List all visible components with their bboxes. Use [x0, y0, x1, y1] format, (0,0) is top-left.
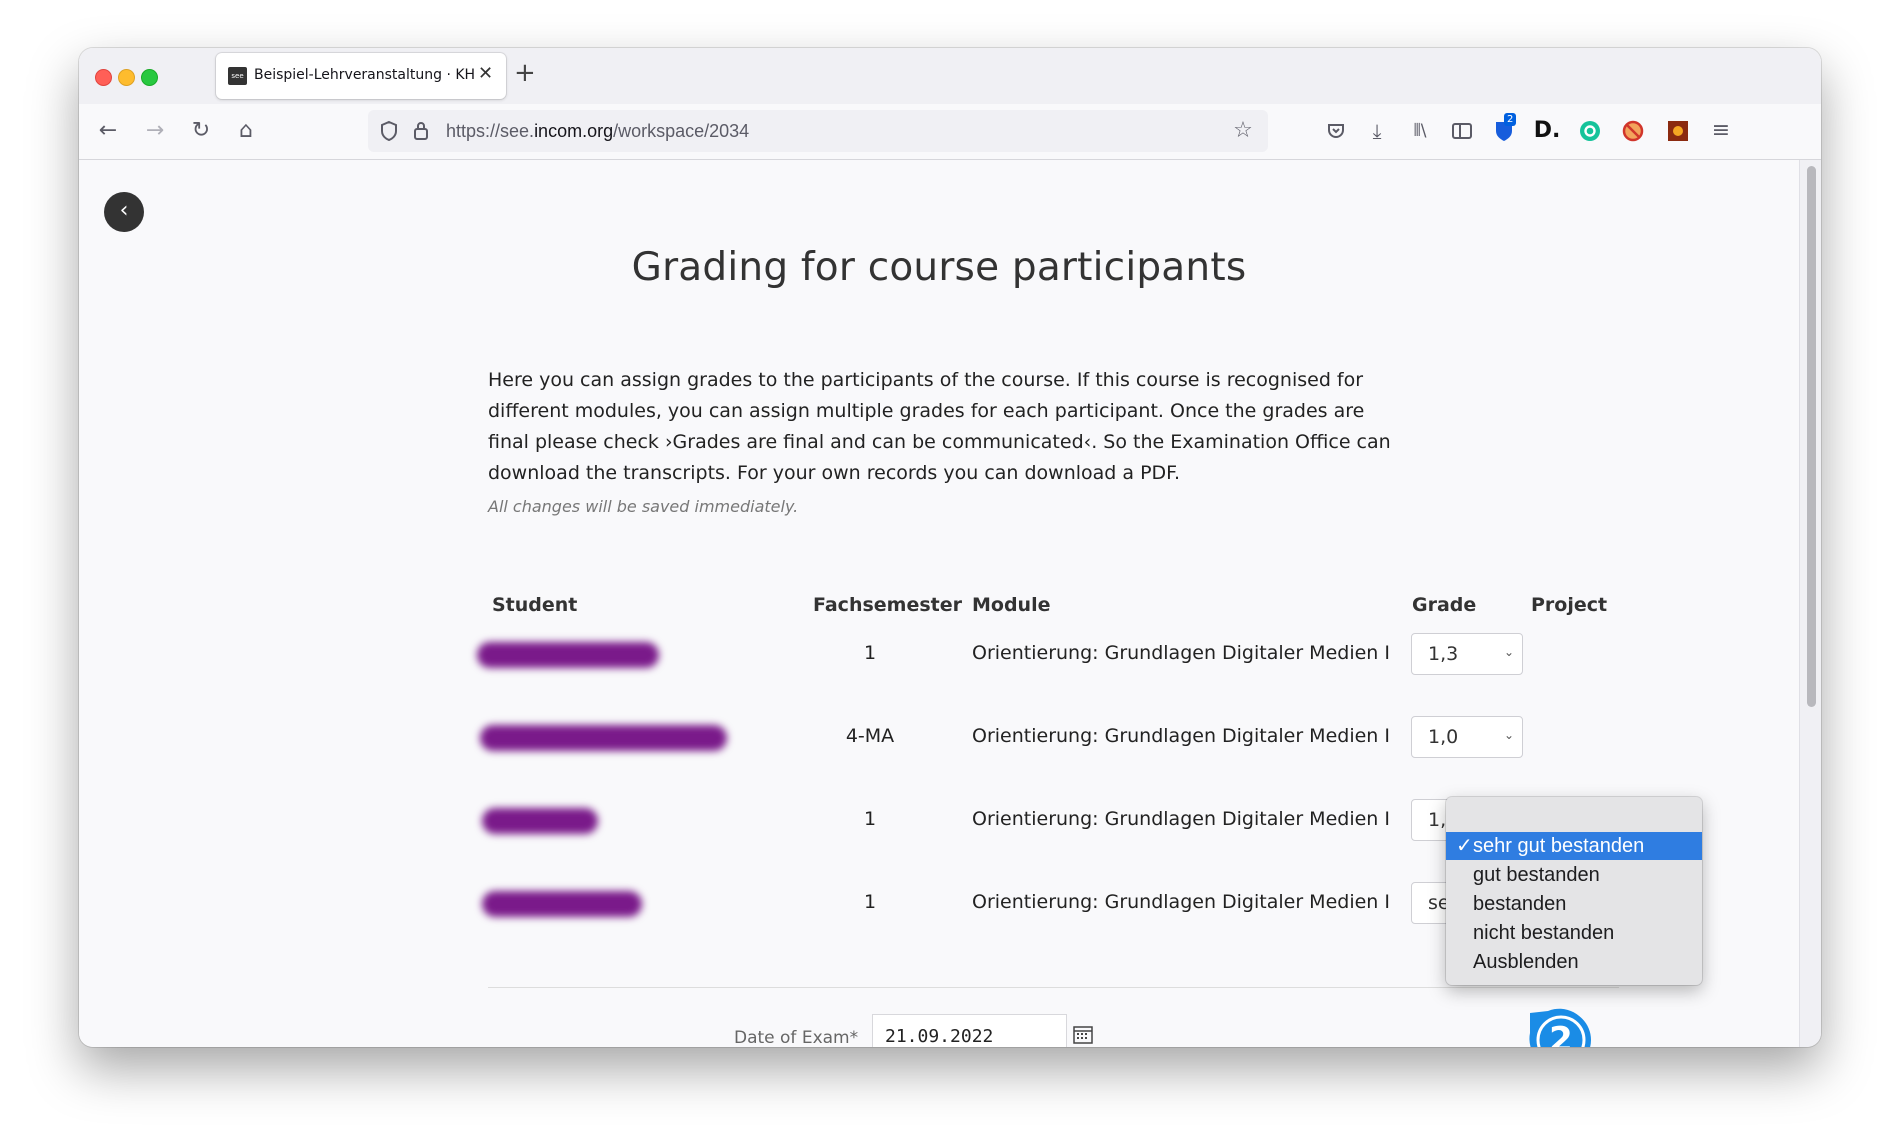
pocket-icon[interactable]: [1322, 117, 1350, 145]
site-favicon-icon: see: [228, 67, 247, 85]
dropdown-option[interactable]: gut bestanden: [1446, 861, 1702, 889]
page-scrollbar[interactable]: [1799, 160, 1821, 1047]
exam-date-input[interactable]: 21.09.2022: [872, 1014, 1067, 1047]
d-extension-icon[interactable]: D.: [1533, 117, 1561, 145]
close-window-button[interactable]: [95, 69, 112, 86]
checkmark-icon: ✓: [1456, 835, 1473, 857]
reload-icon[interactable]: ↻: [186, 116, 216, 146]
blocker-extension-icon[interactable]: [1619, 117, 1647, 145]
url-bar[interactable]: https://see.incom.org/workspace/2034 ☆: [368, 110, 1268, 152]
dropdown-option-label: Ausblenden: [1473, 951, 1579, 973]
navigation-bar: ← → ↻ ⌂ https://see.incom.org/workspace/…: [79, 104, 1821, 160]
hamburger-menu-icon[interactable]: ≡: [1707, 117, 1735, 145]
library-icon[interactable]: ⫴\: [1406, 117, 1434, 145]
semester-cell: 4-MA: [845, 725, 895, 747]
dropdown-option-label: bestanden: [1473, 893, 1567, 915]
url-path: /workspace/2034: [613, 121, 750, 141]
semester-cell: 1: [863, 808, 877, 830]
url-scheme: https://see.: [446, 121, 535, 141]
tab-title: Beispiel-Lehrveranstaltung · KHB: [254, 67, 474, 83]
header-grade: Grade: [1412, 594, 1477, 616]
module-cell: Orientierung: Grundlagen Digitaler Medie…: [972, 891, 1390, 913]
zoom-window-button[interactable]: [141, 69, 158, 86]
exam-date-label: Date of Exam*: [734, 1028, 859, 1047]
forward-arrow-icon[interactable]: →: [140, 116, 170, 146]
page-content: ‹ Grading for course participants Here y…: [79, 160, 1799, 1047]
dropdown-option-label: gut bestanden: [1473, 864, 1600, 886]
browser-window: see Beispiel-Lehrveranstaltung · KHB ✕ +…: [79, 48, 1821, 1047]
orange-extension-icon[interactable]: [1664, 117, 1692, 145]
intro-text: Here you can assign grades to the partic…: [488, 369, 1391, 484]
table-row: 4-MA Orientierung: Grundlagen Digitaler …: [79, 708, 1799, 768]
bookmark-star-icon[interactable]: ☆: [1230, 118, 1256, 144]
chevron-down-icon: ⌄: [1503, 645, 1514, 659]
module-cell: Orientierung: Grundlagen Digitaler Medie…: [972, 642, 1390, 664]
grade-select[interactable]: 1,0 ⌄: [1411, 716, 1523, 758]
shield-icon[interactable]: [376, 118, 402, 144]
back-arrow-icon[interactable]: ←: [93, 116, 123, 146]
semester-cell: 1: [863, 891, 877, 913]
lock-icon[interactable]: [408, 118, 434, 144]
dropdown-option[interactable]: nicht bestanden: [1446, 919, 1702, 947]
minimize-window-button[interactable]: [118, 69, 135, 86]
calendar-icon[interactable]: [1073, 1024, 1095, 1046]
grade-select[interactable]: 1,3 ⌄: [1411, 633, 1523, 675]
redacted-student-name: [480, 725, 727, 751]
chevron-down-icon: ⌄: [1503, 728, 1514, 742]
header-student: Student: [492, 594, 578, 616]
new-tab-button[interactable]: +: [514, 58, 536, 88]
grade-value: 1,3: [1428, 643, 1459, 665]
back-button[interactable]: ‹: [104, 192, 144, 232]
url-text[interactable]: https://see.incom.org/workspace/2034: [446, 121, 749, 142]
reader-sidebar-icon[interactable]: [1448, 117, 1476, 145]
header-semester: Fachsemester: [813, 594, 963, 616]
redacted-student-name: [477, 642, 659, 668]
close-tab-icon[interactable]: ✕: [478, 63, 493, 84]
url-host: incom.org: [534, 121, 614, 141]
module-cell: Orientierung: Grundlagen Digitaler Medie…: [972, 808, 1390, 830]
exam-date-value: 21.09.2022: [885, 1026, 994, 1047]
dropdown-option[interactable]: Ausblenden: [1446, 948, 1702, 976]
dropdown-option[interactable]: bestanden: [1446, 890, 1702, 918]
tab-active[interactable]: see Beispiel-Lehrveranstaltung · KHB ✕: [216, 53, 506, 99]
scrollbar-thumb[interactable]: [1807, 166, 1816, 707]
extension-badge: 2: [1504, 113, 1517, 126]
step-marker-number: 2: [1549, 1020, 1573, 1047]
autosave-note: All changes will be saved immediately.: [488, 497, 799, 516]
home-icon[interactable]: ⌂: [231, 116, 261, 146]
header-module: Module: [972, 594, 1051, 616]
bitwarden-extension-icon[interactable]: 2: [1490, 113, 1518, 145]
redacted-student-name: [482, 808, 598, 834]
tab-bar: see Beispiel-Lehrveranstaltung · KHB ✕ +: [79, 48, 1821, 104]
redacted-student-name: [482, 891, 642, 917]
table-row: 1 Orientierung: Grundlagen Digitaler Med…: [79, 625, 1799, 685]
dropdown-option-label: nicht bestanden: [1473, 922, 1615, 944]
grade-value: 1,0: [1428, 726, 1459, 748]
header-project: Project: [1531, 594, 1608, 616]
semester-cell: 1: [863, 642, 877, 664]
page-title: Grading for course participants: [631, 245, 1247, 290]
module-cell: Orientierung: Grundlagen Digitaler Medie…: [972, 725, 1390, 747]
grade-dropdown-menu: ✓ sehr gut bestanden gut bestanden besta…: [1446, 797, 1702, 985]
step-marker-badge: 2: [1524, 1003, 1594, 1047]
section-divider: [488, 987, 1619, 988]
grammarly-icon[interactable]: [1576, 117, 1604, 145]
dropdown-option-selected[interactable]: ✓ sehr gut bestanden: [1446, 832, 1702, 860]
dropdown-option-label: sehr gut bestanden: [1473, 835, 1645, 857]
downloads-icon[interactable]: ⤓: [1363, 117, 1391, 145]
